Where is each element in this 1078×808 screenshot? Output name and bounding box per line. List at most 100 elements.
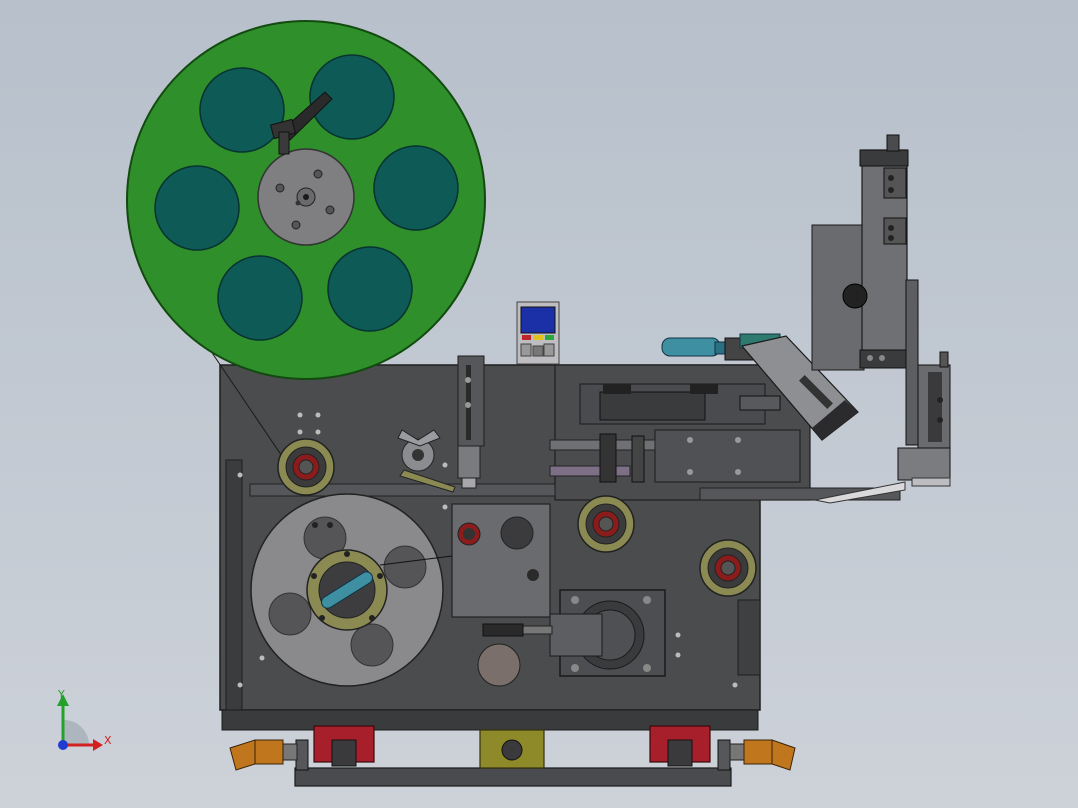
display-key[interactable]: [520, 343, 532, 357]
guide-roller: [277, 438, 335, 496]
reel-window: [373, 145, 459, 231]
hub-bolt: [313, 169, 323, 179]
frame-hole: [315, 412, 321, 418]
slide-carriage: [883, 217, 907, 245]
left-rib: [225, 459, 243, 711]
display-led-green: [545, 335, 554, 340]
motor-bracket: [549, 613, 603, 657]
rail-upright-right: [717, 739, 731, 771]
base-rail[interactable]: [229, 725, 796, 787]
side-post: [939, 351, 949, 368]
display-led-red: [522, 335, 531, 340]
drive-roller-core: [463, 528, 475, 540]
motor-bolt: [571, 596, 579, 604]
slide-bolt: [888, 235, 894, 241]
side-block-bolt: [937, 397, 943, 403]
hub-bolt: [295, 200, 301, 206]
motor-shaft: [519, 625, 553, 635]
sensor-tip: [461, 477, 477, 489]
motor-bolt: [643, 664, 651, 672]
frame-hole: [732, 682, 738, 688]
tamp-head: [897, 447, 951, 481]
triad-z-dot: [58, 740, 68, 750]
cylinder-rod: [739, 395, 781, 411]
rod-clamp: [631, 435, 645, 483]
guide-roller: [699, 539, 757, 597]
fitting-body: [661, 337, 721, 357]
hub-bolt: [291, 220, 301, 230]
display-key[interactable]: [532, 345, 544, 357]
fitting-nut: [714, 341, 726, 355]
slide-knob[interactable]: [842, 283, 868, 309]
sensor-post: [457, 355, 485, 489]
sensor-head: [457, 445, 481, 479]
rail-carriage-yellow: [479, 729, 545, 769]
reel-lock-stem: [278, 131, 290, 155]
drive-plate-knob: [527, 569, 539, 581]
slide-bolt: [888, 187, 894, 193]
guide-roller: [577, 495, 635, 553]
post-screw: [465, 377, 471, 383]
guide-rod: [549, 465, 631, 477]
reel-window: [217, 255, 303, 341]
triad-x-label: X: [104, 734, 112, 747]
drive-gear: [482, 623, 524, 637]
drive-plate-bore: [500, 516, 534, 550]
reel-window: [199, 67, 285, 153]
frame-hole: [442, 462, 448, 468]
cad-viewport[interactable]: Y X: [0, 0, 1078, 808]
rail-carriage-red: [649, 725, 711, 767]
slide-cap: [859, 149, 909, 167]
lower-right-panel: [737, 599, 761, 676]
frame-hole: [297, 412, 303, 418]
collar-bolt: [319, 615, 325, 621]
cylinder-cap: [690, 384, 718, 394]
frame-hole: [237, 682, 243, 688]
drive-plate-body: [451, 503, 551, 618]
frame-hole: [237, 472, 243, 478]
mount-bolt: [687, 437, 693, 443]
rod-clamp: [599, 433, 617, 483]
frame-hole: [675, 632, 681, 638]
display-key[interactable]: [543, 343, 555, 357]
slide-bolt: [888, 225, 894, 231]
motor-bolt: [643, 596, 651, 604]
drive-plate: [451, 503, 551, 618]
side-block-bolt: [937, 417, 943, 423]
collar-bolt: [377, 573, 383, 579]
slide-foot-bolt: [867, 355, 873, 361]
hub-bolt: [303, 194, 309, 200]
hub-bolt: [325, 205, 335, 215]
motor-bolt: [571, 664, 579, 672]
cylinder-barrel: [599, 391, 706, 421]
frame-hole: [442, 504, 448, 510]
mount-bolt: [687, 469, 693, 475]
reel-window: [154, 165, 240, 251]
rewind-hole: [350, 623, 394, 667]
rail-upright-left: [295, 739, 309, 771]
slide-top-pin: [886, 134, 900, 152]
idler-disc: [477, 643, 521, 687]
post-screw: [465, 402, 471, 408]
reel-window: [327, 246, 413, 332]
frame-hole: [297, 429, 303, 435]
rewind-pin: [327, 522, 333, 528]
rail-bar: [294, 767, 732, 787]
display-led-yellow: [533, 335, 543, 340]
rewind-pin: [312, 522, 318, 528]
tamp-pad: [911, 477, 951, 487]
frame-hole: [315, 429, 321, 435]
hub-bolt: [275, 183, 285, 193]
display-screen: [520, 306, 556, 334]
mount-block: [654, 429, 801, 483]
collar-bolt: [311, 573, 317, 579]
cylinder-cap: [603, 384, 631, 394]
wing-nut-bore: [412, 449, 424, 461]
control-display[interactable]: [516, 301, 560, 365]
rewind-hole: [268, 592, 312, 636]
side-block-slot: [928, 372, 942, 442]
frame-hole: [259, 655, 265, 661]
mount-bolt: [735, 469, 741, 475]
side-column: [905, 279, 919, 446]
mount-bolt: [735, 437, 741, 443]
